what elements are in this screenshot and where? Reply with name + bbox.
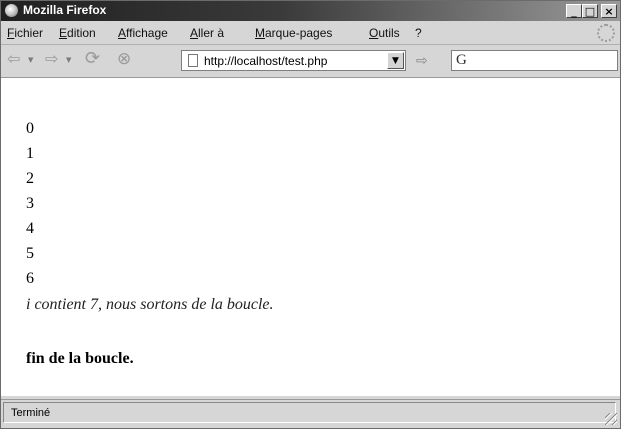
output-line: 0 (26, 120, 34, 137)
menu-edition[interactable]: Edition (59, 26, 96, 40)
search-engine-icon[interactable]: G (456, 52, 467, 69)
menu-aller[interactable]: Aller à (190, 26, 224, 40)
menu-help[interactable]: ? (415, 26, 422, 40)
maximize-button[interactable]: □ (582, 4, 598, 18)
throbber-icon (597, 24, 615, 42)
stop-icon[interactable]: ⊗ (117, 51, 131, 68)
back-icon[interactable]: ⇦ (7, 51, 20, 67)
forward-icon[interactable]: ⇨ (45, 51, 58, 67)
url-text: http://localhost/test.php (204, 54, 328, 68)
close-button[interactable]: × (601, 4, 617, 18)
url-bar[interactable]: http://localhost/test.php ▼ (181, 50, 406, 71)
url-dropdown-button[interactable]: ▼ (387, 52, 404, 69)
browser-window: Mozilla Firefox _ □ × Fichier Edition Af… (0, 0, 621, 429)
menu-fichier[interactable]: Fichier (7, 26, 43, 40)
output-line: 1 (26, 145, 34, 162)
loop-end-message: fin de la boucle. (26, 350, 134, 367)
back-dropdown-icon[interactable]: ▼ (28, 56, 33, 64)
menu-marque-pages[interactable]: Marque-pages (255, 26, 332, 40)
page-content: 0 1 2 3 4 5 6 i contient 7, nous sortons… (1, 78, 620, 396)
forward-dropdown-icon[interactable]: ▼ (66, 56, 71, 64)
status-bar: Terminé (1, 399, 620, 428)
loop-exit-message: i contient 7, nous sortons de la boucle. (26, 296, 274, 313)
go-icon[interactable]: ⇨ (416, 53, 428, 69)
navigation-toolbar: ⇦ ▼ ⇨ ▼ ⟳ ⊗ http://localhost/test.php ▼ … (1, 45, 620, 78)
status-text: Terminé (11, 407, 51, 419)
window-title: Mozilla Firefox (23, 3, 107, 17)
output-line: 5 (26, 245, 34, 262)
search-input[interactable]: G (451, 50, 618, 71)
reload-icon[interactable]: ⟳ (85, 50, 100, 68)
output-line: 2 (26, 170, 34, 187)
status-panel: Terminé (3, 402, 616, 423)
minimize-button[interactable]: _ (566, 4, 582, 18)
firefox-icon (4, 3, 19, 18)
page-icon (188, 54, 198, 67)
output-line: 3 (26, 195, 34, 212)
resize-grip-icon[interactable] (605, 413, 617, 425)
menu-bar: Fichier Edition Affichage Aller à Marque… (1, 22, 620, 45)
menu-outils[interactable]: Outils (369, 26, 400, 40)
menu-affichage[interactable]: Affichage (118, 26, 168, 40)
output-line: 6 (26, 270, 34, 287)
output-line: 4 (26, 220, 34, 237)
title-bar[interactable]: Mozilla Firefox _ □ × (1, 1, 620, 21)
